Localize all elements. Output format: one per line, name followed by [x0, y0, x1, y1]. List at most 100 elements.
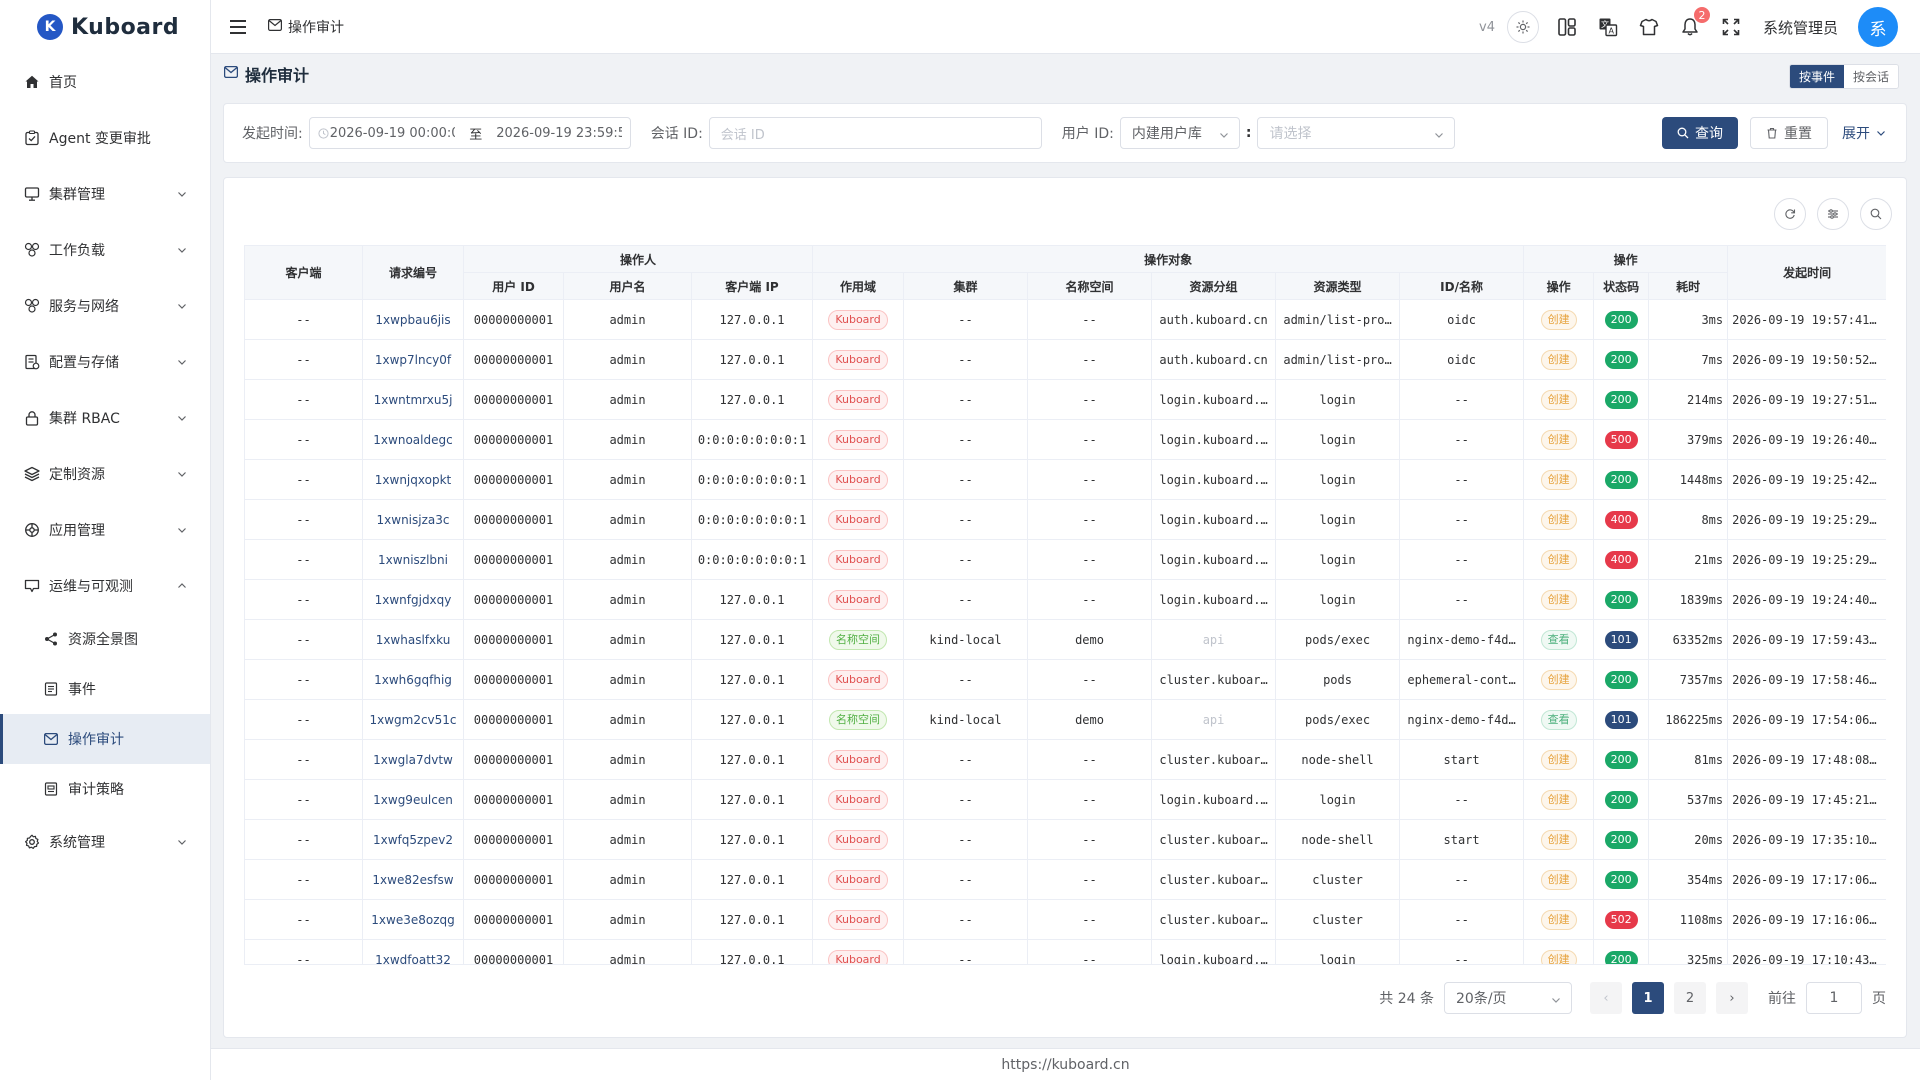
chevron-down-icon	[1876, 128, 1886, 138]
cell-request-id[interactable]: 1xwnjqxopkt	[362, 459, 464, 500]
cell-request-id[interactable]: 1xwntmrxu5j	[362, 379, 464, 420]
table-row[interactable]: -- 1xwh6gqfhig 00000000001 admin 127.0.0.1 Ku…	[244, 659, 1886, 700]
expand-filters-button[interactable]: 展开	[1842, 123, 1886, 143]
refresh-icon[interactable]	[1774, 198, 1806, 230]
cell-time: 2026-09-19 19:27:51…	[1727, 379, 1886, 420]
next-page-button[interactable]: ›	[1716, 982, 1748, 1014]
table-row[interactable]: -- 1xwfq5zpev2 00000000001 admin 127.0.0.1 Ku…	[244, 819, 1886, 860]
cell-request-id[interactable]: 1xwgla7dvtw	[362, 739, 464, 780]
page-size-select[interactable]: 20条/页	[1444, 982, 1572, 1014]
table-row[interactable]: -- 1xwe3e8ozqg 00000000001 admin 127.0.0.1 Ku…	[244, 899, 1886, 940]
fullscreen-icon[interactable]	[1718, 14, 1744, 40]
sidebar-item-workload[interactable]: 工作负载	[0, 222, 210, 278]
logo[interactable]: K Kuboard	[0, 0, 210, 54]
table-row[interactable]: -- 1xwe82esfsw 00000000001 admin 127.0.0.1 Ku…	[244, 859, 1886, 900]
operation-tag: 创建	[1540, 789, 1577, 810]
table-row[interactable]: -- 1xwnjqxopkt 00000000001 admin 0:0:0:0:0:0…	[244, 459, 1886, 500]
cell-request-id[interactable]: 1xwdfoatt32	[362, 939, 464, 964]
layout-icon[interactable]	[1554, 14, 1580, 40]
table-row[interactable]: -- 1xwgm2cv51c 00000000001 admin 127.0.0.1 名称…	[244, 699, 1886, 740]
goto-page-input[interactable]: 1	[1806, 982, 1862, 1014]
cell-request-id[interactable]: 1xwg9eulcen	[362, 779, 464, 820]
col-sub-header: 集群	[903, 272, 1029, 300]
sidebar-item-system[interactable]: 系统管理	[0, 814, 210, 870]
prev-page-button[interactable]: ‹	[1590, 982, 1622, 1014]
cell-resource-group: api	[1151, 699, 1276, 740]
cell-request-id[interactable]: 1xwe82esfsw	[362, 859, 464, 900]
avatar[interactable]: 系	[1858, 7, 1898, 47]
breadcrumb: 操作审计	[268, 17, 344, 37]
table-row[interactable]: -- 1xwnisjza3c 00000000001 admin 0:0:0:0:0:0…	[244, 499, 1886, 540]
breadcrumb-current[interactable]: 操作审计	[288, 17, 344, 37]
cell-request-id[interactable]: 1xwnisjza3c	[362, 499, 464, 540]
cell-request-id[interactable]: 1xwpbau6jis	[362, 299, 464, 340]
sidebar-item-monitor[interactable]: 集群管理	[0, 166, 210, 222]
sidebar-subitem-policy[interactable]: 审计策略	[0, 764, 210, 814]
cell-request-id[interactable]: 1xwe3e8ozqg	[362, 899, 464, 940]
user-id-select[interactable]: 请选择	[1257, 117, 1456, 149]
cell-request-id[interactable]: 1xwniszlbni	[362, 539, 464, 580]
menu-toggle-icon[interactable]	[228, 17, 248, 37]
cell-cluster: --	[903, 899, 1028, 940]
table-row[interactable]: -- 1xwdfoatt32 00000000001 admin 127.0.0.1 Ku…	[244, 939, 1886, 964]
user-source-select[interactable]: 内建用户库	[1119, 117, 1240, 149]
shirt-icon[interactable]	[1636, 14, 1662, 40]
theme-toggle-button[interactable]	[1506, 11, 1539, 43]
cell-resource-type: login	[1275, 459, 1400, 500]
table-row[interactable]: -- 1xwp7lncy0f 00000000001 admin 127.0.0.1 Ku…	[244, 339, 1886, 380]
page-heading: 操作审计	[223, 62, 309, 86]
cell-namespace: --	[1027, 459, 1152, 500]
time-start[interactable]: 2026-09-19 00:00:00	[330, 126, 455, 141]
toggle-by-event[interactable]: 按事件	[1789, 65, 1844, 88]
cell-request-id[interactable]: 1xwfq5zpev2	[362, 819, 464, 860]
table-row[interactable]: -- 1xwntmrxu5j 00000000001 admin 127.0.0.1 Ku…	[244, 379, 1886, 420]
sidebar-item-config[interactable]: 配置与存储	[0, 334, 210, 390]
time-end[interactable]: 2026-09-19 23:59:59	[496, 126, 621, 141]
status-badge: 200	[1604, 310, 1638, 329]
table-row[interactable]: -- 1xwgla7dvtw 00000000001 admin 127.0.0.1 Ku…	[244, 739, 1886, 780]
bell-icon[interactable]: 2	[1677, 6, 1711, 40]
table-row[interactable]: -- 1xwnoaldegc 00000000001 admin 0:0:0:0:0:0…	[244, 419, 1886, 460]
table-row[interactable]: -- 1xwg9eulcen 00000000001 admin 127.0.0.1 Ku…	[244, 779, 1886, 820]
sidebar-subitem-doc[interactable]: 事件	[0, 664, 210, 714]
trash-icon	[1766, 127, 1778, 139]
table-row[interactable]: -- 1xwnfgjdxqy 00000000001 admin 127.0.0.1 Ku…	[244, 579, 1886, 620]
cell-operation: 创建	[1523, 659, 1594, 700]
page-2-button[interactable]: 2	[1674, 982, 1706, 1014]
translate-icon[interactable]: 文A	[1595, 14, 1621, 40]
reset-button[interactable]: 重置	[1750, 117, 1828, 149]
cell-request-id[interactable]: 1xwh6gqfhig	[362, 659, 464, 700]
cell-cluster: kind-local	[903, 699, 1028, 740]
cell-request-id[interactable]: 1xwgm2cv51c	[362, 699, 464, 740]
home-icon	[23, 73, 41, 91]
sidebar-item-lock[interactable]: 集群 RBAC	[0, 390, 210, 446]
operation-tag: 创建	[1540, 949, 1577, 964]
scope-tag: Kuboard	[828, 469, 888, 490]
table-row[interactable]: -- 1xwniszlbni 00000000001 admin 0:0:0:0:0:0…	[244, 539, 1886, 580]
user-name[interactable]: 系统管理员	[1763, 17, 1838, 38]
search-icon[interactable]	[1860, 198, 1892, 230]
sidebar-item-layers[interactable]: 定制资源	[0, 446, 210, 502]
session-id-input[interactable]: 会话 ID	[708, 117, 1042, 149]
time-range-picker[interactable]: 2026-09-19 00:00:00 至 2026-09-19 23:59:5…	[308, 117, 631, 149]
column-settings-icon[interactable]	[1817, 198, 1849, 230]
search-button[interactable]: 查询	[1662, 117, 1738, 149]
toggle-by-session[interactable]: 按会话	[1843, 65, 1898, 88]
sidebar-item-ops[interactable]: 运维与可观测	[0, 558, 210, 614]
sidebar-subitem-mail[interactable]: 操作审计	[0, 714, 210, 764]
table-row[interactable]: -- 1xwpbau6jis 00000000001 admin 127.0.0.1 Ku…	[244, 299, 1886, 340]
sidebar-subitem-share[interactable]: 资源全景图	[0, 614, 210, 664]
cell-request-id[interactable]: 1xwp7lncy0f	[362, 339, 464, 380]
table-row[interactable]: -- 1xwhaslfxku 00000000001 admin 127.0.0.1 名称…	[244, 619, 1886, 660]
cell-request-id[interactable]: 1xwhaslfxku	[362, 619, 464, 660]
cell-request-id[interactable]: 1xwnfgjdxqy	[362, 579, 464, 620]
footer-link[interactable]: https://kuboard.cn	[1001, 1057, 1129, 1073]
sidebar-item-home[interactable]: 首页	[0, 54, 210, 110]
cell-request-id[interactable]: 1xwnoaldegc	[362, 419, 464, 460]
col-sub-header: 操作	[1523, 272, 1595, 300]
sidebar-item-network[interactable]: 服务与网络	[0, 278, 210, 334]
operation-tag: 创建	[1540, 389, 1577, 410]
page-1-button[interactable]: 1	[1632, 982, 1664, 1014]
sidebar-item-approval[interactable]: Agent 变更审批	[0, 110, 210, 166]
sidebar-item-app[interactable]: 应用管理	[0, 502, 210, 558]
